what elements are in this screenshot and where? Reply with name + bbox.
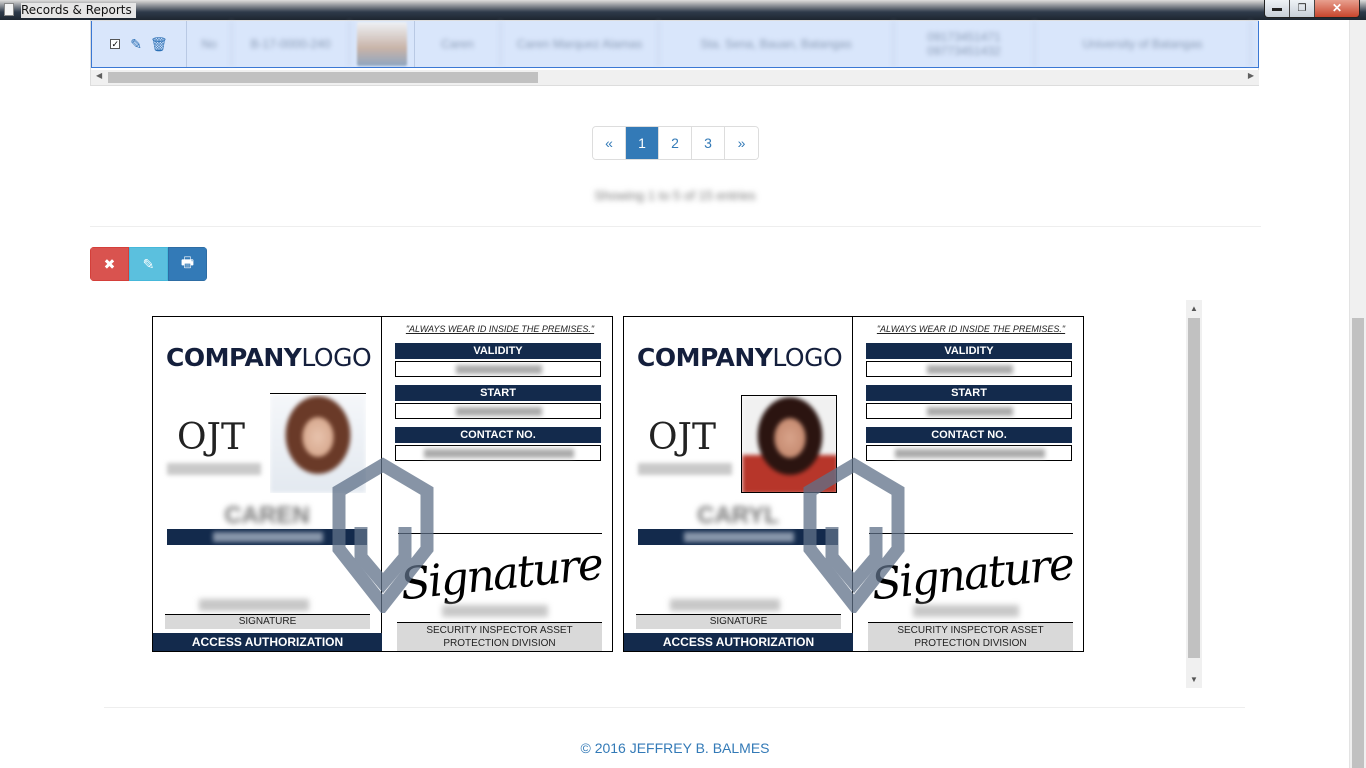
id-type: OJT xyxy=(648,417,716,458)
window-title: Records & Reports xyxy=(21,3,136,18)
id-cards-panel: COMPANYLOGO OJT CAREN SIGNATURE ACCESS A… xyxy=(96,300,1202,688)
photo-thumbnail xyxy=(357,22,407,66)
footer-divider xyxy=(104,707,1245,708)
card-actions: ✖ ✎ 🖶 xyxy=(90,247,207,281)
id-number xyxy=(167,463,261,475)
id-photo xyxy=(741,395,837,493)
validity-label: VALIDITY xyxy=(866,343,1072,359)
signature-label: SIGNATURE xyxy=(636,615,841,629)
contact-label: CONTACT NO. xyxy=(395,427,601,443)
maximize-button[interactable]: ❐ xyxy=(1290,0,1315,17)
id-number xyxy=(638,463,732,475)
table-cell: Caren Marquez Alamas xyxy=(501,21,659,67)
id-type: OJT xyxy=(177,417,245,458)
delete-button[interactable]: ✖ xyxy=(90,247,129,281)
table-cell: No xyxy=(187,21,232,67)
window-titlebar: Records & Reports ▬ ❐ ✕ xyxy=(0,0,1366,20)
scroll-up-arrow[interactable]: ▲ xyxy=(1190,304,1198,313)
wear-notice: "ALWAYS WEAR ID INSIDE THE PREMISES." xyxy=(876,324,1066,334)
validity-value xyxy=(866,361,1072,377)
contact-value xyxy=(866,445,1072,461)
signature-label: SIGNATURE xyxy=(165,615,370,629)
table-cell: Caren xyxy=(415,21,501,67)
edit-icon[interactable]: ✎ xyxy=(130,36,142,53)
photo-border xyxy=(270,393,366,394)
id-card-back: "ALWAYS WEAR ID INSIDE THE PREMISES." VA… xyxy=(853,317,1083,651)
divider-line xyxy=(869,533,1073,534)
id-card-front: COMPANYLOGO OJT CAREN SIGNATURE ACCESS A… xyxy=(153,317,382,651)
company-logo: COMPANYLOGO xyxy=(637,343,843,372)
minimize-button[interactable]: ▬ xyxy=(1265,0,1290,17)
window-controls: ▬ ❐ ✕ xyxy=(1264,0,1360,18)
signature-name xyxy=(199,599,309,611)
entries-info: Showing 1 to 5 of 15 entries xyxy=(594,188,756,203)
pagination-page-2[interactable]: 2 xyxy=(659,127,692,159)
footer-copyright: © 2016 JEFFREY B. BALMES xyxy=(580,740,770,756)
edit-button[interactable]: ✎ xyxy=(129,247,168,281)
holder-name: CAREN xyxy=(224,502,310,529)
contact-label: CONTACT NO. xyxy=(866,427,1072,443)
id-photo xyxy=(270,395,366,493)
validity-label: VALIDITY xyxy=(395,343,601,359)
scroll-right-arrow[interactable]: ▶ xyxy=(1248,71,1254,80)
inspector-name xyxy=(442,605,548,617)
table-cell: University of Batangas xyxy=(1035,21,1251,67)
table-cell: Sta. Sena, Bauan, Batangas xyxy=(659,21,894,67)
close-circle-icon: ✖ xyxy=(103,255,116,272)
pagination-next[interactable]: » xyxy=(725,127,758,159)
pencil-icon: ✎ xyxy=(142,255,155,272)
trash-icon[interactable]: 🗑 xyxy=(150,36,168,53)
access-authorization-label: ACCESS AUTHORIZATION xyxy=(624,633,853,651)
access-authorization-label: ACCESS AUTHORIZATION xyxy=(153,633,382,651)
records-table: ✓ ✎ 🗑 No B-17-0000-240 Caren Caren Marqu… xyxy=(90,20,1259,86)
page-scrollbar-thumb[interactable] xyxy=(1352,318,1364,768)
print-button[interactable]: 🖶 xyxy=(168,247,207,281)
school-bar xyxy=(167,529,367,545)
school-bar xyxy=(638,529,838,545)
company-logo: COMPANYLOGO xyxy=(166,343,372,372)
contact-value xyxy=(395,445,601,461)
inspector-label: SECURITY INSPECTOR ASSET PROTECTION DIVI… xyxy=(397,623,602,651)
scroll-left-arrow[interactable]: ◀ xyxy=(96,71,102,80)
inspector-name xyxy=(913,605,1019,617)
holder-name: CARYL xyxy=(697,502,779,529)
row-actions-cell: ✓ ✎ 🗑 xyxy=(92,21,187,67)
printer-icon: 🖶 xyxy=(180,254,195,270)
inspector-label: SECURITY INSPECTOR ASSET PROTECTION DIVI… xyxy=(868,623,1073,651)
table-cell: B-17-0000-240 xyxy=(232,21,350,67)
row-checkbox[interactable]: ✓ xyxy=(110,39,121,49)
id-card: COMPANYLOGO OJT CAREN SIGNATURE ACCESS A… xyxy=(152,316,613,652)
photo-thumbnail-cell xyxy=(350,21,415,67)
signature-image: Signature xyxy=(868,538,1076,611)
document-icon xyxy=(4,3,14,16)
start-label: START xyxy=(866,385,1072,401)
signature-image: Signature xyxy=(397,538,605,611)
wear-notice: "ALWAYS WEAR ID INSIDE THE PREMISES." xyxy=(405,324,595,334)
id-card-back: "ALWAYS WEAR ID INSIDE THE PREMISES." VA… xyxy=(382,317,612,651)
table-cell: 09173451471 09773451432 xyxy=(894,21,1035,67)
divider xyxy=(90,226,1261,227)
pagination-page-3[interactable]: 3 xyxy=(692,127,725,159)
id-card-front: COMPANYLOGO OJT CARYL SIGNATURE ACCESS A… xyxy=(624,317,853,651)
pagination-prev[interactable]: « xyxy=(593,127,626,159)
cards-scrollbar-thumb[interactable] xyxy=(1188,318,1200,658)
pagination: « 1 2 3 » xyxy=(592,126,759,160)
pagination-page-1[interactable]: 1 xyxy=(626,127,659,159)
table-scrollbar-thumb[interactable] xyxy=(108,72,538,83)
validity-value xyxy=(395,361,601,377)
start-value xyxy=(866,403,1072,419)
page-scrollbar[interactable] xyxy=(1349,20,1366,768)
divider-line xyxy=(398,533,602,534)
id-card: COMPANYLOGO OJT CARYL SIGNATURE ACCESS A… xyxy=(623,316,1084,652)
start-value xyxy=(395,403,601,419)
start-label: START xyxy=(395,385,601,401)
signature-name xyxy=(670,599,780,611)
close-button[interactable]: ✕ xyxy=(1315,0,1359,17)
scroll-down-arrow[interactable]: ▼ xyxy=(1190,675,1198,684)
cards-scrollbar[interactable]: ▲ ▼ xyxy=(1186,300,1202,688)
table-horizontal-scrollbar[interactable]: ◀ ▶ xyxy=(91,70,1259,85)
table-row[interactable]: ✓ ✎ 🗑 No B-17-0000-240 Caren Caren Marqu… xyxy=(91,21,1259,68)
